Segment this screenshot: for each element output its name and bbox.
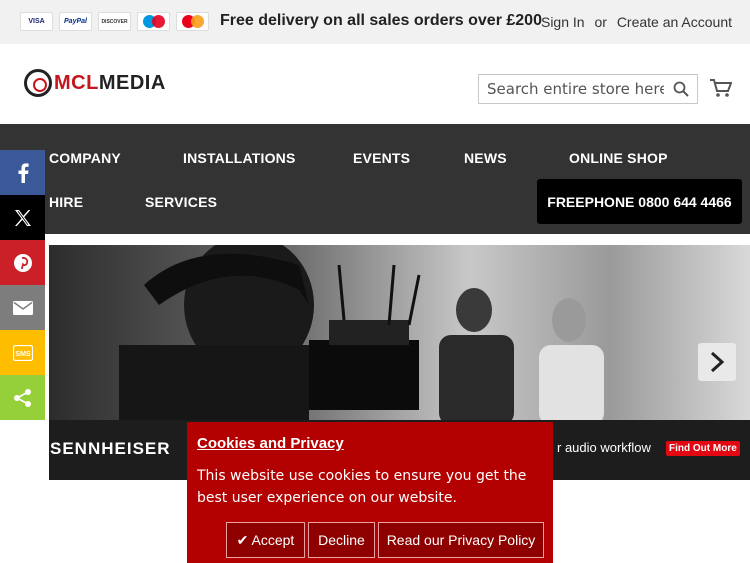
slider-next-button[interactable] [698,343,736,381]
chevron-right-icon [710,351,725,373]
nav-item-events[interactable]: EVENTS [353,150,410,166]
discover-card-icon: DISCOVER [98,12,131,31]
payment-cards: VISA PayPal DISCOVER [20,12,209,31]
svg-text:SMS: SMS [15,351,31,358]
email-icon [12,300,33,315]
account-links: Sign In or Create an Account [535,14,732,30]
nav-item-installations[interactable]: INSTALLATIONS [183,150,296,166]
visa-card-icon: VISA [20,12,53,31]
main-nav: COMPANY INSTALLATIONS EVENTS NEWS ONLINE… [0,124,750,234]
nav-item-news[interactable]: NEWS [464,150,507,166]
cookie-consent-dialog: Cookies and Privacy This website use coo… [187,422,553,563]
sennheiser-logo: SENNHEISER [49,438,171,460]
cookie-message: This website use cookies to ensure you g… [197,468,527,506]
pinterest-share-button[interactable] [0,240,45,285]
share-icon [13,388,31,407]
logo-mark-icon [24,69,52,97]
nav-item-hire[interactable]: HIRE [49,194,83,210]
search-input[interactable] [479,75,664,103]
nav-item-services[interactable]: SERVICES [145,194,217,210]
cart-icon[interactable] [710,78,732,98]
delivery-notice: Free delivery on all sales orders over £… [220,12,542,29]
facebook-share-button[interactable] [0,150,45,195]
maestro-card-icon [137,12,170,31]
sms-share-button[interactable]: SMS [0,330,45,375]
x-share-button[interactable] [0,195,45,240]
or-text: or [594,14,607,30]
create-account-link[interactable]: Create an Account [617,14,732,30]
cookie-title[interactable]: Cookies and Privacy [197,435,344,452]
banner-tagline: r audio workflow [557,440,651,455]
search-icon[interactable] [673,81,689,97]
hero-image [119,245,604,420]
sms-icon: SMS [12,344,33,361]
x-icon [14,209,31,226]
logo-text: MCLMEDIA [54,71,166,94]
paypal-card-icon: PayPal [59,12,92,31]
find-out-more-button[interactable]: Find Out More [666,441,740,456]
accept-cookies-button[interactable]: ✔ Accept [226,522,305,558]
site-logo[interactable]: MCLMEDIA [24,69,166,97]
share-more-button[interactable] [0,375,45,420]
mastercard-card-icon [176,12,209,31]
privacy-policy-button[interactable]: Read our Privacy Policy [378,522,544,558]
top-bar: VISA PayPal DISCOVER Free delivery on al… [0,0,750,44]
nav-item-online-shop[interactable]: ONLINE SHOP [569,150,668,166]
email-share-button[interactable] [0,285,45,330]
freephone-button[interactable]: FREEPHONE 0800 644 4466 [537,179,742,224]
share-sidebar: SMS [0,150,45,420]
pinterest-icon [13,253,32,272]
nav-item-company[interactable]: COMPANY [49,150,121,166]
sign-in-link[interactable]: Sign In [541,14,585,30]
search-box [478,74,698,104]
decline-cookies-button[interactable]: Decline [308,522,375,558]
facebook-icon [18,162,29,183]
